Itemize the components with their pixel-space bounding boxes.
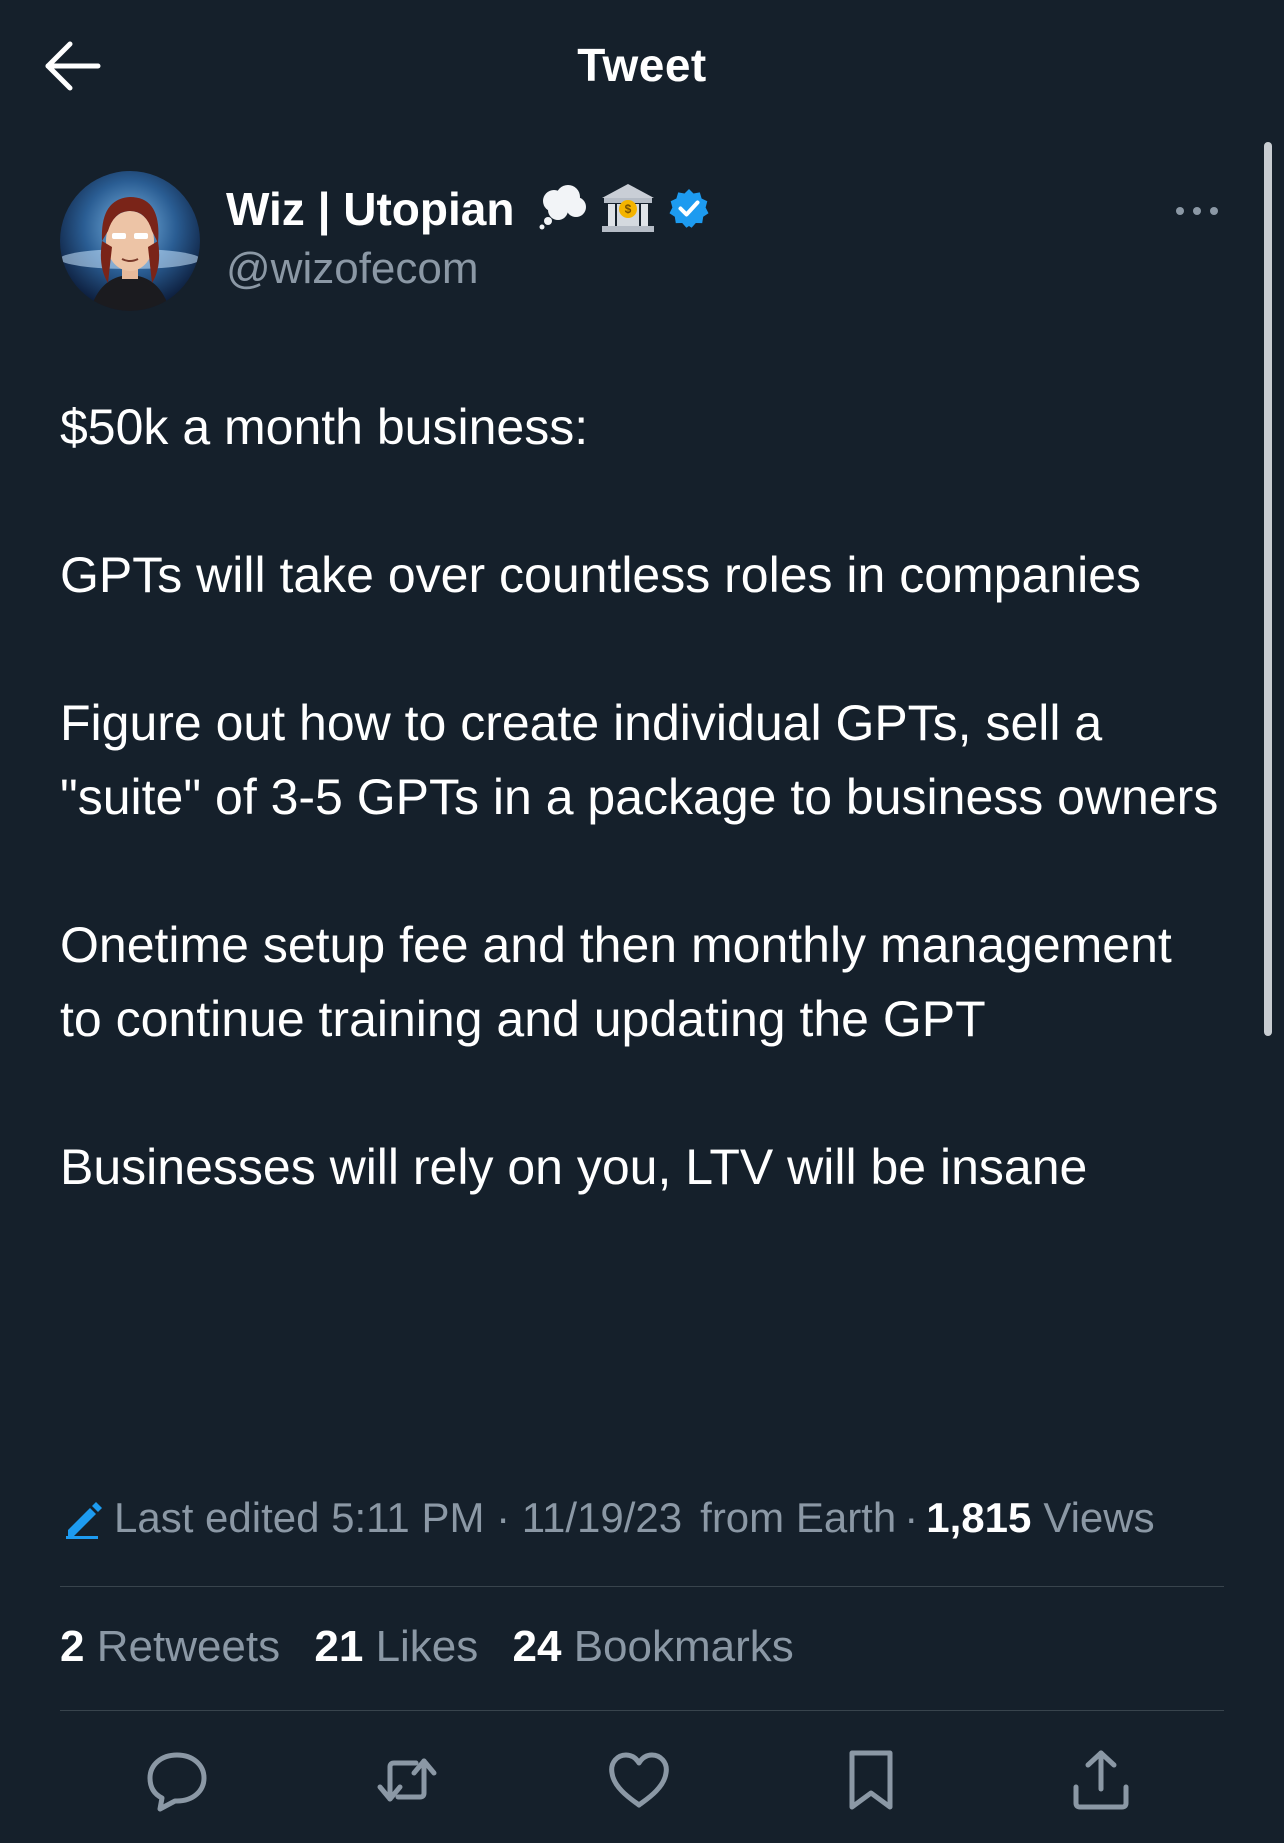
tweet-paragraph: GPTs will take over countless roles in c… — [60, 547, 1142, 603]
engagement-stats: 2 Retweets 21 Likes 24 Bookmarks — [60, 1622, 816, 1672]
like-icon — [609, 1752, 669, 1808]
edit-pencil-icon[interactable] — [62, 1496, 106, 1540]
likes-label: Likes — [375, 1622, 479, 1671]
last-edited-link[interactable]: Last edited 5:11 PM · 11/19/23 — [114, 1494, 682, 1542]
tweet-location: from Earth — [700, 1494, 897, 1541]
author-badges: $ — [536, 182, 710, 234]
retweets-stat[interactable]: 2 Retweets — [60, 1622, 280, 1671]
like-button[interactable] — [604, 1745, 674, 1815]
bookmarks-count: 24 — [512, 1622, 562, 1671]
tweet-meta: Last edited 5:11 PM · 11/19/23 from Eart… — [62, 1494, 1155, 1542]
avatar-image — [60, 171, 200, 311]
bookmarks-label: Bookmarks — [573, 1622, 794, 1671]
more-options-button[interactable] — [1174, 194, 1220, 228]
meta-separator: · — [904, 1494, 919, 1541]
top-bar: Tweet — [0, 0, 1284, 132]
retweets-label: Retweets — [96, 1622, 281, 1671]
tweet-actions-bar — [0, 1745, 1284, 1815]
user-handle[interactable]: @wizofecom — [226, 244, 479, 294]
thought-bubble-icon — [539, 185, 586, 230]
tweet-paragraph: $50k a month business: — [60, 399, 589, 455]
reply-button[interactable] — [142, 1745, 212, 1815]
verified-badge-icon[interactable] — [668, 187, 710, 229]
tweet-paragraph: Figure out how to create individual GPTs… — [60, 695, 1219, 825]
share-button[interactable] — [1066, 1745, 1136, 1815]
divider — [60, 1586, 1224, 1587]
likes-count: 21 — [314, 1622, 364, 1671]
tweet-paragraph: Businesses will rely on you, LTV will be… — [60, 1139, 1088, 1195]
retweet-icon — [377, 1758, 437, 1802]
views-label: Views — [1043, 1494, 1155, 1541]
bookmark-button[interactable] — [836, 1745, 906, 1815]
tweet-paragraph: Onetime setup fee and then monthly manag… — [60, 917, 1172, 1047]
bank-icon: $ — [602, 184, 654, 232]
tweet-text: $50k a month business: GPTs will take ov… — [60, 390, 1220, 1204]
page-title: Tweet — [577, 39, 707, 91]
bookmarks-stat[interactable]: 24 Bookmarks — [513, 1622, 794, 1671]
bookmark-icon — [849, 1750, 893, 1810]
share-icon — [1073, 1750, 1129, 1810]
reply-icon — [147, 1752, 207, 1812]
display-name[interactable]: Wiz | Utopian — [226, 182, 514, 236]
divider — [60, 1710, 1224, 1711]
views-count: 1,815 — [926, 1494, 1032, 1541]
avatar[interactable] — [60, 171, 200, 311]
likes-stat[interactable]: 21 Likes — [314, 1622, 478, 1671]
scrollbar[interactable] — [1264, 142, 1272, 1036]
svg-text:$: $ — [625, 202, 632, 216]
retweet-button[interactable] — [372, 1745, 442, 1815]
retweets-count: 2 — [60, 1622, 85, 1671]
more-horizontal-icon — [1176, 207, 1218, 215]
